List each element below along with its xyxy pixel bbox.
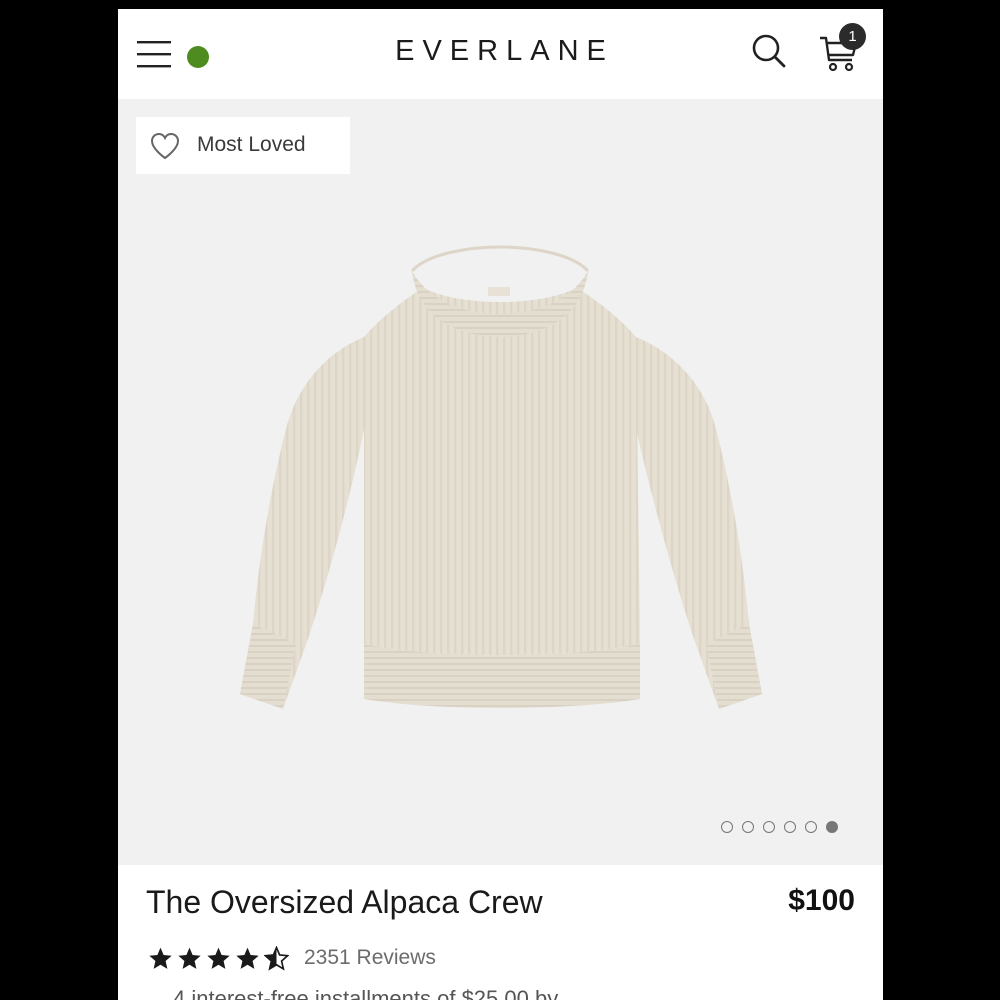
cart-count-badge: 1 bbox=[839, 23, 866, 50]
carousel-dot[interactable] bbox=[784, 821, 796, 833]
most-loved-badge: Most Loved bbox=[136, 117, 350, 174]
installment-info: 4 interest-free installments of $25.00 b… bbox=[173, 986, 559, 1000]
star-full-icon bbox=[178, 947, 201, 969]
search-icon[interactable] bbox=[751, 33, 787, 69]
product-image bbox=[240, 245, 762, 709]
product-price: $100 bbox=[788, 884, 855, 917]
star-half-icon bbox=[264, 945, 289, 971]
cart-button[interactable]: 1 bbox=[815, 23, 871, 81]
carousel-dot-active[interactable] bbox=[826, 821, 838, 833]
carousel-dot[interactable] bbox=[742, 821, 754, 833]
rating-stars bbox=[148, 945, 289, 971]
carousel-dot[interactable] bbox=[805, 821, 817, 833]
product-title: The Oversized Alpaca Crew bbox=[146, 884, 543, 920]
heart-outline-icon bbox=[150, 132, 180, 160]
star-full-icon bbox=[236, 947, 259, 969]
carousel-dots bbox=[721, 821, 838, 835]
carousel-dot[interactable] bbox=[721, 821, 733, 833]
site-header: EVERLANE 1 bbox=[118, 9, 883, 99]
review-count-link[interactable]: 2351 Reviews bbox=[304, 946, 436, 970]
star-full-icon bbox=[149, 947, 172, 969]
app-screen: EVERLANE 1 Most Loved The Oversized Alpa… bbox=[118, 0, 883, 1000]
carousel-dot[interactable] bbox=[763, 821, 775, 833]
badge-label: Most Loved bbox=[197, 133, 306, 156]
star-full-icon bbox=[207, 947, 230, 969]
status-bar bbox=[118, 0, 883, 9]
product-rating[interactable]: 2351 Reviews bbox=[148, 942, 436, 974]
product-image-gallery[interactable]: Most Loved bbox=[118, 99, 883, 865]
